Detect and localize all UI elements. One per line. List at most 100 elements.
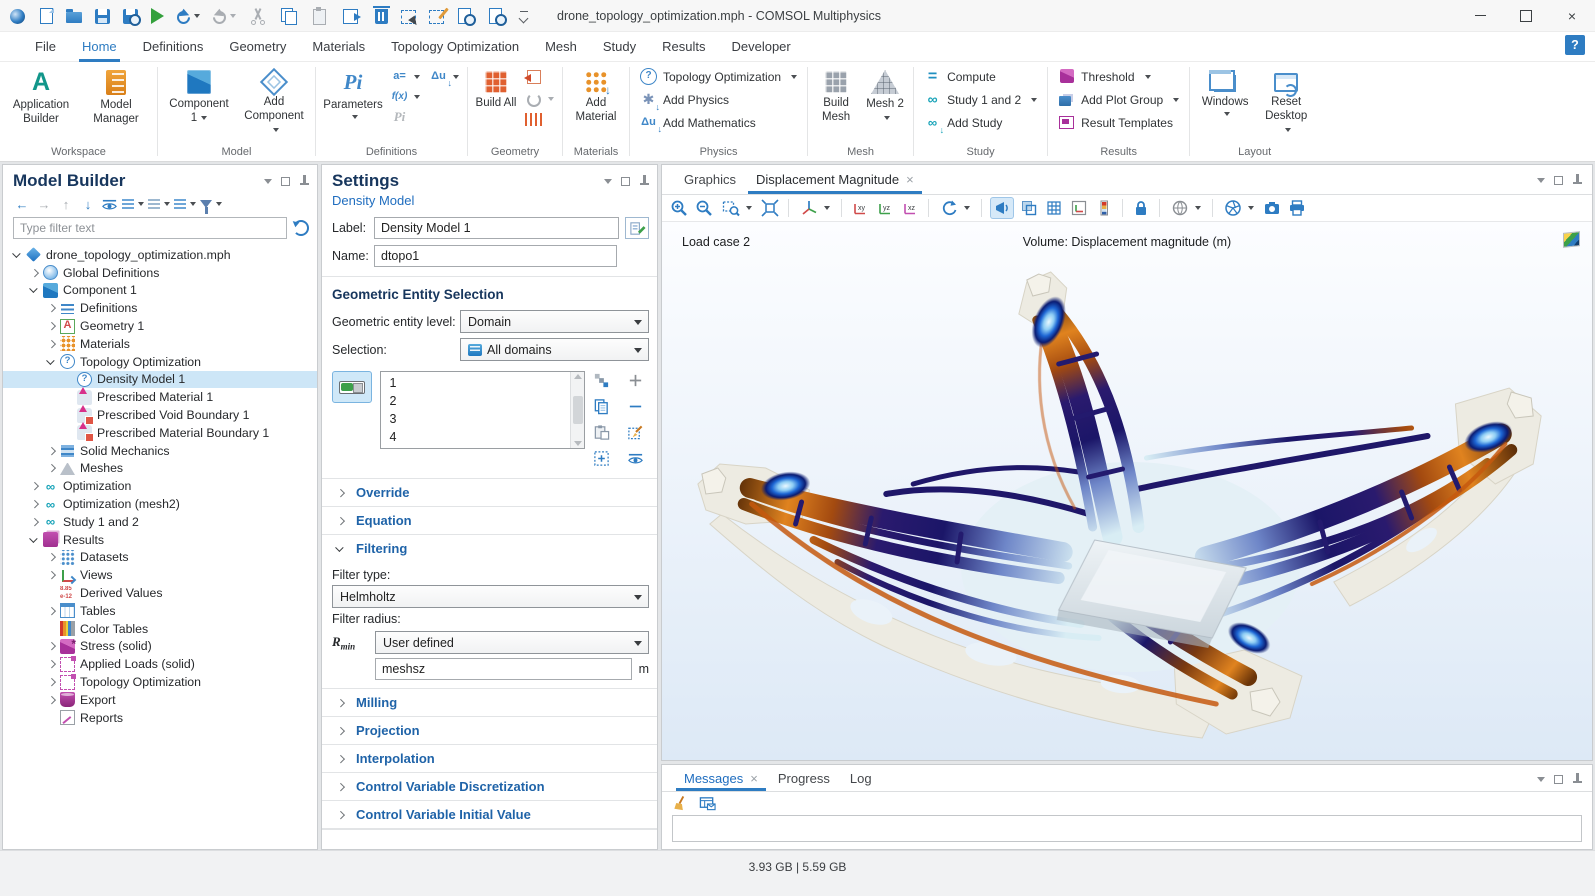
chevron-right-icon[interactable] xyxy=(45,568,59,582)
message-settings-icon[interactable] xyxy=(699,795,716,812)
cut-icon[interactable] xyxy=(249,7,267,25)
add-mathematics-button[interactable]: Add Mathematics xyxy=(635,111,761,134)
add-plot-group-button[interactable]: Add Plot Group xyxy=(1053,88,1184,111)
tree-item-optimization-mesh2[interactable]: Optimization (mesh2) xyxy=(3,495,317,513)
clear-selection-box-icon[interactable] xyxy=(429,10,444,24)
duplicate-icon[interactable] xyxy=(342,7,360,25)
add-study-button[interactable]: Add Study xyxy=(919,111,1007,134)
selection-select[interactable]: All domains xyxy=(460,338,649,361)
tree-item-reports[interactable]: Reports xyxy=(3,709,317,727)
environment-button[interactable] xyxy=(1169,198,1203,218)
chevron-down-icon[interactable] xyxy=(28,283,42,297)
tree-item-root[interactable]: drone_topology_optimization.mph xyxy=(3,246,317,264)
filter-tree-button[interactable] xyxy=(200,195,222,213)
tree-item-optimization[interactable]: Optimization xyxy=(3,477,317,495)
tree-item-color-tables[interactable]: Color Tables xyxy=(3,620,317,638)
zoom-to-selection-icon[interactable] xyxy=(593,450,610,467)
chevron-right-icon[interactable] xyxy=(28,266,42,280)
tree-filter-input[interactable] xyxy=(13,217,287,239)
view-xz-icon[interactable] xyxy=(901,199,919,217)
import-geometry-button[interactable] xyxy=(522,67,557,87)
tree-item-stress-solid[interactable]: Stress (solid) xyxy=(3,638,317,656)
clear-selection-icon[interactable] xyxy=(627,424,644,441)
tab-mesh[interactable]: Mesh xyxy=(532,32,590,62)
axis-orientation-icon[interactable] xyxy=(1070,199,1088,217)
tab-study[interactable]: Study xyxy=(590,32,649,62)
close-tab-icon[interactable]: × xyxy=(750,771,758,786)
back-icon[interactable]: ← xyxy=(13,195,31,213)
copy-selection-icon[interactable] xyxy=(593,398,610,415)
chevron-right-icon[interactable] xyxy=(45,461,59,475)
tab-messages[interactable]: Messages× xyxy=(674,765,768,791)
scene-light-button[interactable] xyxy=(991,198,1013,218)
build-all-button[interactable]: Build All xyxy=(473,65,519,111)
chevron-down-icon[interactable] xyxy=(11,248,25,262)
lock-icon[interactable] xyxy=(1132,199,1150,217)
zoom-out-icon[interactable] xyxy=(695,199,713,217)
view-xy-icon[interactable] xyxy=(851,199,869,217)
tree-item-applied-loads-solid[interactable]: Applied Loads (solid) xyxy=(3,655,317,673)
chevron-down-icon[interactable] xyxy=(45,355,59,369)
result-templates-button[interactable]: Result Templates xyxy=(1053,111,1178,134)
chevron-right-icon[interactable] xyxy=(28,497,42,511)
float-panel-icon[interactable] xyxy=(281,177,290,186)
delete-icon[interactable] xyxy=(375,9,388,24)
add-component-button[interactable]: Add Component xyxy=(238,65,310,137)
zoom-extents-icon[interactable] xyxy=(761,199,779,217)
section-control-variable-initial-value[interactable]: Control Variable Initial Value xyxy=(322,800,657,828)
maximize-button[interactable] xyxy=(1503,0,1549,32)
tab-definitions[interactable]: Definitions xyxy=(130,32,217,62)
selection-item[interactable]: 4 xyxy=(381,428,570,446)
section-control-variable-discretization[interactable]: Control Variable Discretization xyxy=(322,772,657,800)
collapse-all-button[interactable] xyxy=(122,195,144,213)
save-icon[interactable] xyxy=(95,9,110,24)
tree-item-definitions[interactable]: Definitions xyxy=(3,299,317,317)
tab-displacement-magnitude[interactable]: Displacement Magnitude× xyxy=(746,165,924,194)
zoom-box-button[interactable] xyxy=(720,198,754,218)
chevron-right-icon[interactable] xyxy=(28,515,42,529)
undo-button[interactable] xyxy=(177,8,200,24)
refresh-icon[interactable] xyxy=(293,220,309,236)
tab-materials[interactable]: Materials xyxy=(299,32,378,62)
forward-icon[interactable]: → xyxy=(35,195,53,213)
selection-list[interactable]: 1 2 3 4 xyxy=(380,371,585,449)
functions-button[interactable] xyxy=(388,87,462,106)
snapshot-icon[interactable] xyxy=(1263,199,1281,217)
zoom-in-icon[interactable] xyxy=(670,199,688,217)
redo-button[interactable] xyxy=(213,8,236,24)
tree-item-global-definitions[interactable]: Global Definitions xyxy=(3,264,317,282)
chevron-right-icon[interactable] xyxy=(45,639,59,653)
show-selection-icon[interactable] xyxy=(627,450,644,467)
component-1-button[interactable]: Component 1 xyxy=(163,65,235,126)
paste-selection-icon[interactable] xyxy=(593,424,610,441)
tree-item-topology-optimization-plot[interactable]: Topology Optimization xyxy=(3,673,317,691)
add-to-selection-icon[interactable] xyxy=(627,372,644,389)
help-button[interactable]: ? xyxy=(1565,35,1585,55)
entity-level-select[interactable]: Domain xyxy=(460,310,649,333)
reset-desktop-button[interactable]: Reset Desktop xyxy=(1258,65,1314,137)
tree-item-geometry-1[interactable]: Geometry 1 xyxy=(3,317,317,335)
panel-menu-icon[interactable] xyxy=(264,179,272,184)
minimize-button[interactable] xyxy=(1457,0,1503,32)
chevron-right-icon[interactable] xyxy=(28,479,42,493)
section-milling[interactable]: Milling xyxy=(322,688,657,716)
move-down-icon[interactable]: ↓ xyxy=(79,195,97,213)
add-physics-button[interactable]: Add Physics xyxy=(635,88,734,111)
tree-item-results[interactable]: Results xyxy=(3,531,317,549)
select-box-icon[interactable] xyxy=(401,10,416,24)
tab-file[interactable]: File xyxy=(22,32,69,62)
tree-item-density-model-1[interactable]: Density Model 1 xyxy=(3,371,317,389)
selection-item[interactable]: 3 xyxy=(381,410,570,428)
messages-output[interactable] xyxy=(672,815,1582,842)
section-equation[interactable]: Equation xyxy=(322,506,657,534)
remove-from-selection-icon[interactable] xyxy=(627,398,644,415)
float-panel-icon[interactable] xyxy=(1554,775,1563,784)
section-projection[interactable]: Projection xyxy=(322,716,657,744)
find-icon[interactable] xyxy=(457,7,475,25)
topology-optimization-button[interactable]: Topology Optimization xyxy=(635,65,802,88)
chevron-right-icon[interactable] xyxy=(45,301,59,315)
rebuild-button[interactable] xyxy=(522,88,557,109)
active-selection-toggle[interactable] xyxy=(332,371,372,403)
tree-item-datasets[interactable]: Datasets xyxy=(3,549,317,567)
panel-menu-icon[interactable] xyxy=(1537,178,1545,183)
